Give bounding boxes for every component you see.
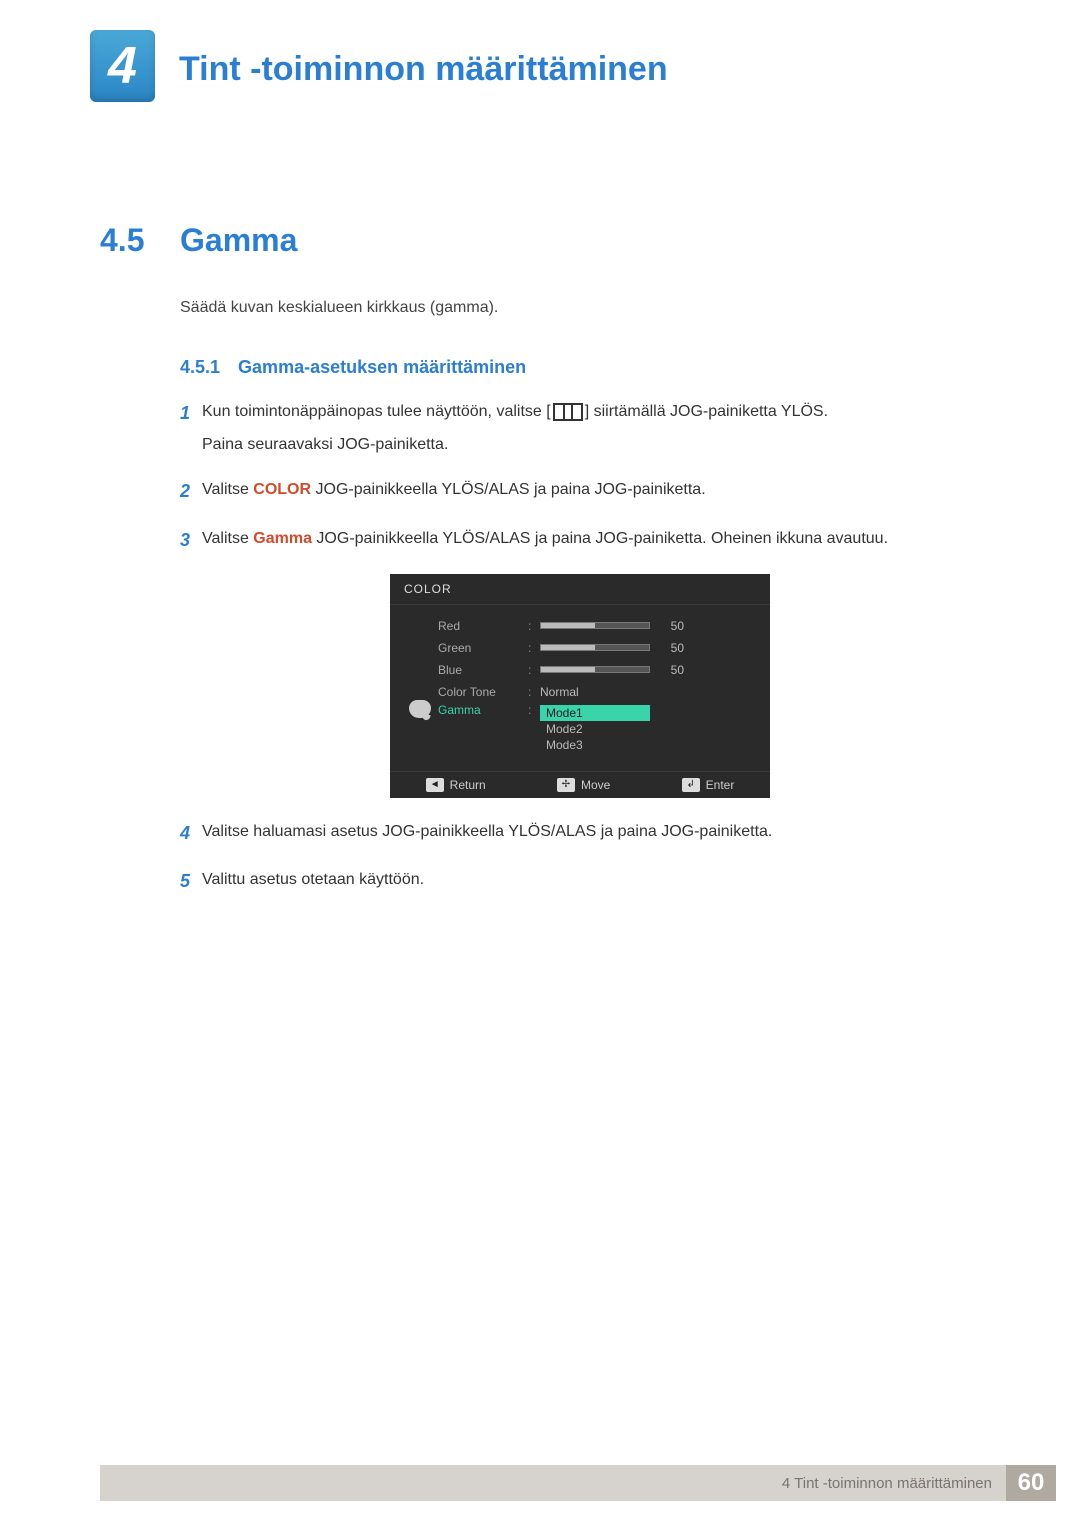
osd-label: Blue (438, 663, 528, 677)
step-text: JOG-painikkeella YLÖS/ALAS ja paina JOG-… (312, 530, 888, 547)
osd-value: 50 (660, 663, 684, 677)
step-number: 1 (180, 398, 202, 458)
osd-panel: COLOR Red : 50 Green : 50 (390, 574, 770, 798)
osd-row-green: Green : 50 (438, 637, 758, 659)
step-number: 3 (180, 525, 202, 556)
osd-option: Mode2 (540, 721, 650, 737)
section-number: 4.5 (100, 222, 180, 259)
step-4: 4 Valitse haluamasi asetus JOG-painikkee… (180, 818, 980, 849)
step-list: 1 Kun toimintonäppäinopas tulee näyttöön… (180, 398, 980, 897)
osd-label: Green (438, 641, 528, 655)
osd-value: Normal (540, 685, 579, 699)
step-text: Valitse (202, 481, 253, 498)
step-text: Valitse (202, 530, 253, 547)
step-text: Valittu asetus otetaan käyttöön. (202, 866, 980, 897)
step-text: Kun toimintonäppäinopas tulee näyttöön, … (202, 403, 551, 420)
osd-option-active: Mode1 (540, 705, 650, 721)
step-number: 5 (180, 866, 202, 897)
palette-icon (409, 700, 431, 718)
slider (540, 622, 650, 629)
step-5: 5 Valittu asetus otetaan käyttöön. (180, 866, 980, 897)
step-number: 2 (180, 476, 202, 507)
chapter-title: Tint -toiminnon määrittäminen (179, 50, 668, 89)
step-text: Valitse haluamasi asetus JOG-painikkeell… (202, 818, 980, 849)
chapter-number-badge: 4 (90, 30, 155, 102)
osd-footer-label: Move (581, 778, 610, 792)
step-3: 3 Valitse Gamma JOG-painikkeella YLÖS/AL… (180, 525, 980, 556)
return-key-icon: ◄ (426, 778, 444, 792)
osd-option: Mode3 (540, 737, 650, 753)
osd-label-selected: Gamma (438, 703, 528, 717)
page-header: 4 Tint -toiminnon määrittäminen (0, 0, 1080, 102)
slider (540, 644, 650, 651)
section-intro: Säädä kuvan keskialueen kirkkaus (gamma)… (180, 299, 980, 317)
osd-label: Red (438, 619, 528, 633)
subsection-number: 4.5.1 (180, 357, 220, 378)
section-heading: 4.5 Gamma (100, 222, 980, 259)
step-2: 2 Valitse COLOR JOG-painikkeella YLÖS/AL… (180, 476, 980, 507)
step-text: ] siirtämällä JOG-painiketta YLÖS. (585, 403, 828, 420)
osd-value: 50 (660, 641, 684, 655)
step-text: Paina seuraavaksi JOG-painiketta. (202, 431, 980, 458)
osd-footer-return: ◄ Return (426, 778, 486, 792)
page-footer: 4 Tint -toiminnon määrittäminen 60 (100, 1465, 1056, 1501)
step-text: JOG-painikkeella YLÖS/ALAS ja paina JOG-… (311, 481, 706, 498)
step-1: 1 Kun toimintonäppäinopas tulee näyttöön… (180, 398, 980, 458)
highlight-gamma: Gamma (253, 530, 312, 547)
footer-chapter-label: 4 Tint -toiminnon määrittäminen (100, 1465, 1006, 1501)
page-number: 60 (1006, 1465, 1056, 1501)
highlight-color: COLOR (253, 481, 311, 498)
osd-value: 50 (660, 619, 684, 633)
osd-row-red: Red : 50 (438, 615, 758, 637)
move-key-icon: ✢ (557, 778, 575, 792)
osd-footer-enter: ↲ Enter (682, 778, 735, 792)
enter-key-icon: ↲ (682, 778, 700, 792)
osd-row-blue: Blue : 50 (438, 659, 758, 681)
osd-footer-move: ✢ Move (557, 778, 610, 792)
step-number: 4 (180, 818, 202, 849)
page-content: 4.5 Gamma Säädä kuvan keskialueen kirkka… (0, 102, 1080, 897)
osd-footer-label: Return (450, 778, 486, 792)
subsection-title: Gamma-asetuksen määrittäminen (238, 357, 526, 378)
section-title: Gamma (180, 222, 297, 259)
osd-label: Color Tone (438, 685, 528, 699)
osd-title: COLOR (390, 574, 770, 605)
menu-icon (553, 403, 583, 421)
osd-footer: ◄ Return ✢ Move ↲ Enter (390, 771, 770, 798)
osd-row-colortone: Color Tone : Normal (438, 681, 758, 703)
slider (540, 666, 650, 673)
osd-footer-label: Enter (706, 778, 735, 792)
osd-row-gamma: Gamma : Mode1 Mode2 Mode3 (438, 703, 758, 753)
osd-option-list: Mode1 Mode2 Mode3 (540, 705, 650, 753)
subsection-heading: 4.5.1 Gamma-asetuksen määrittäminen (180, 357, 980, 378)
